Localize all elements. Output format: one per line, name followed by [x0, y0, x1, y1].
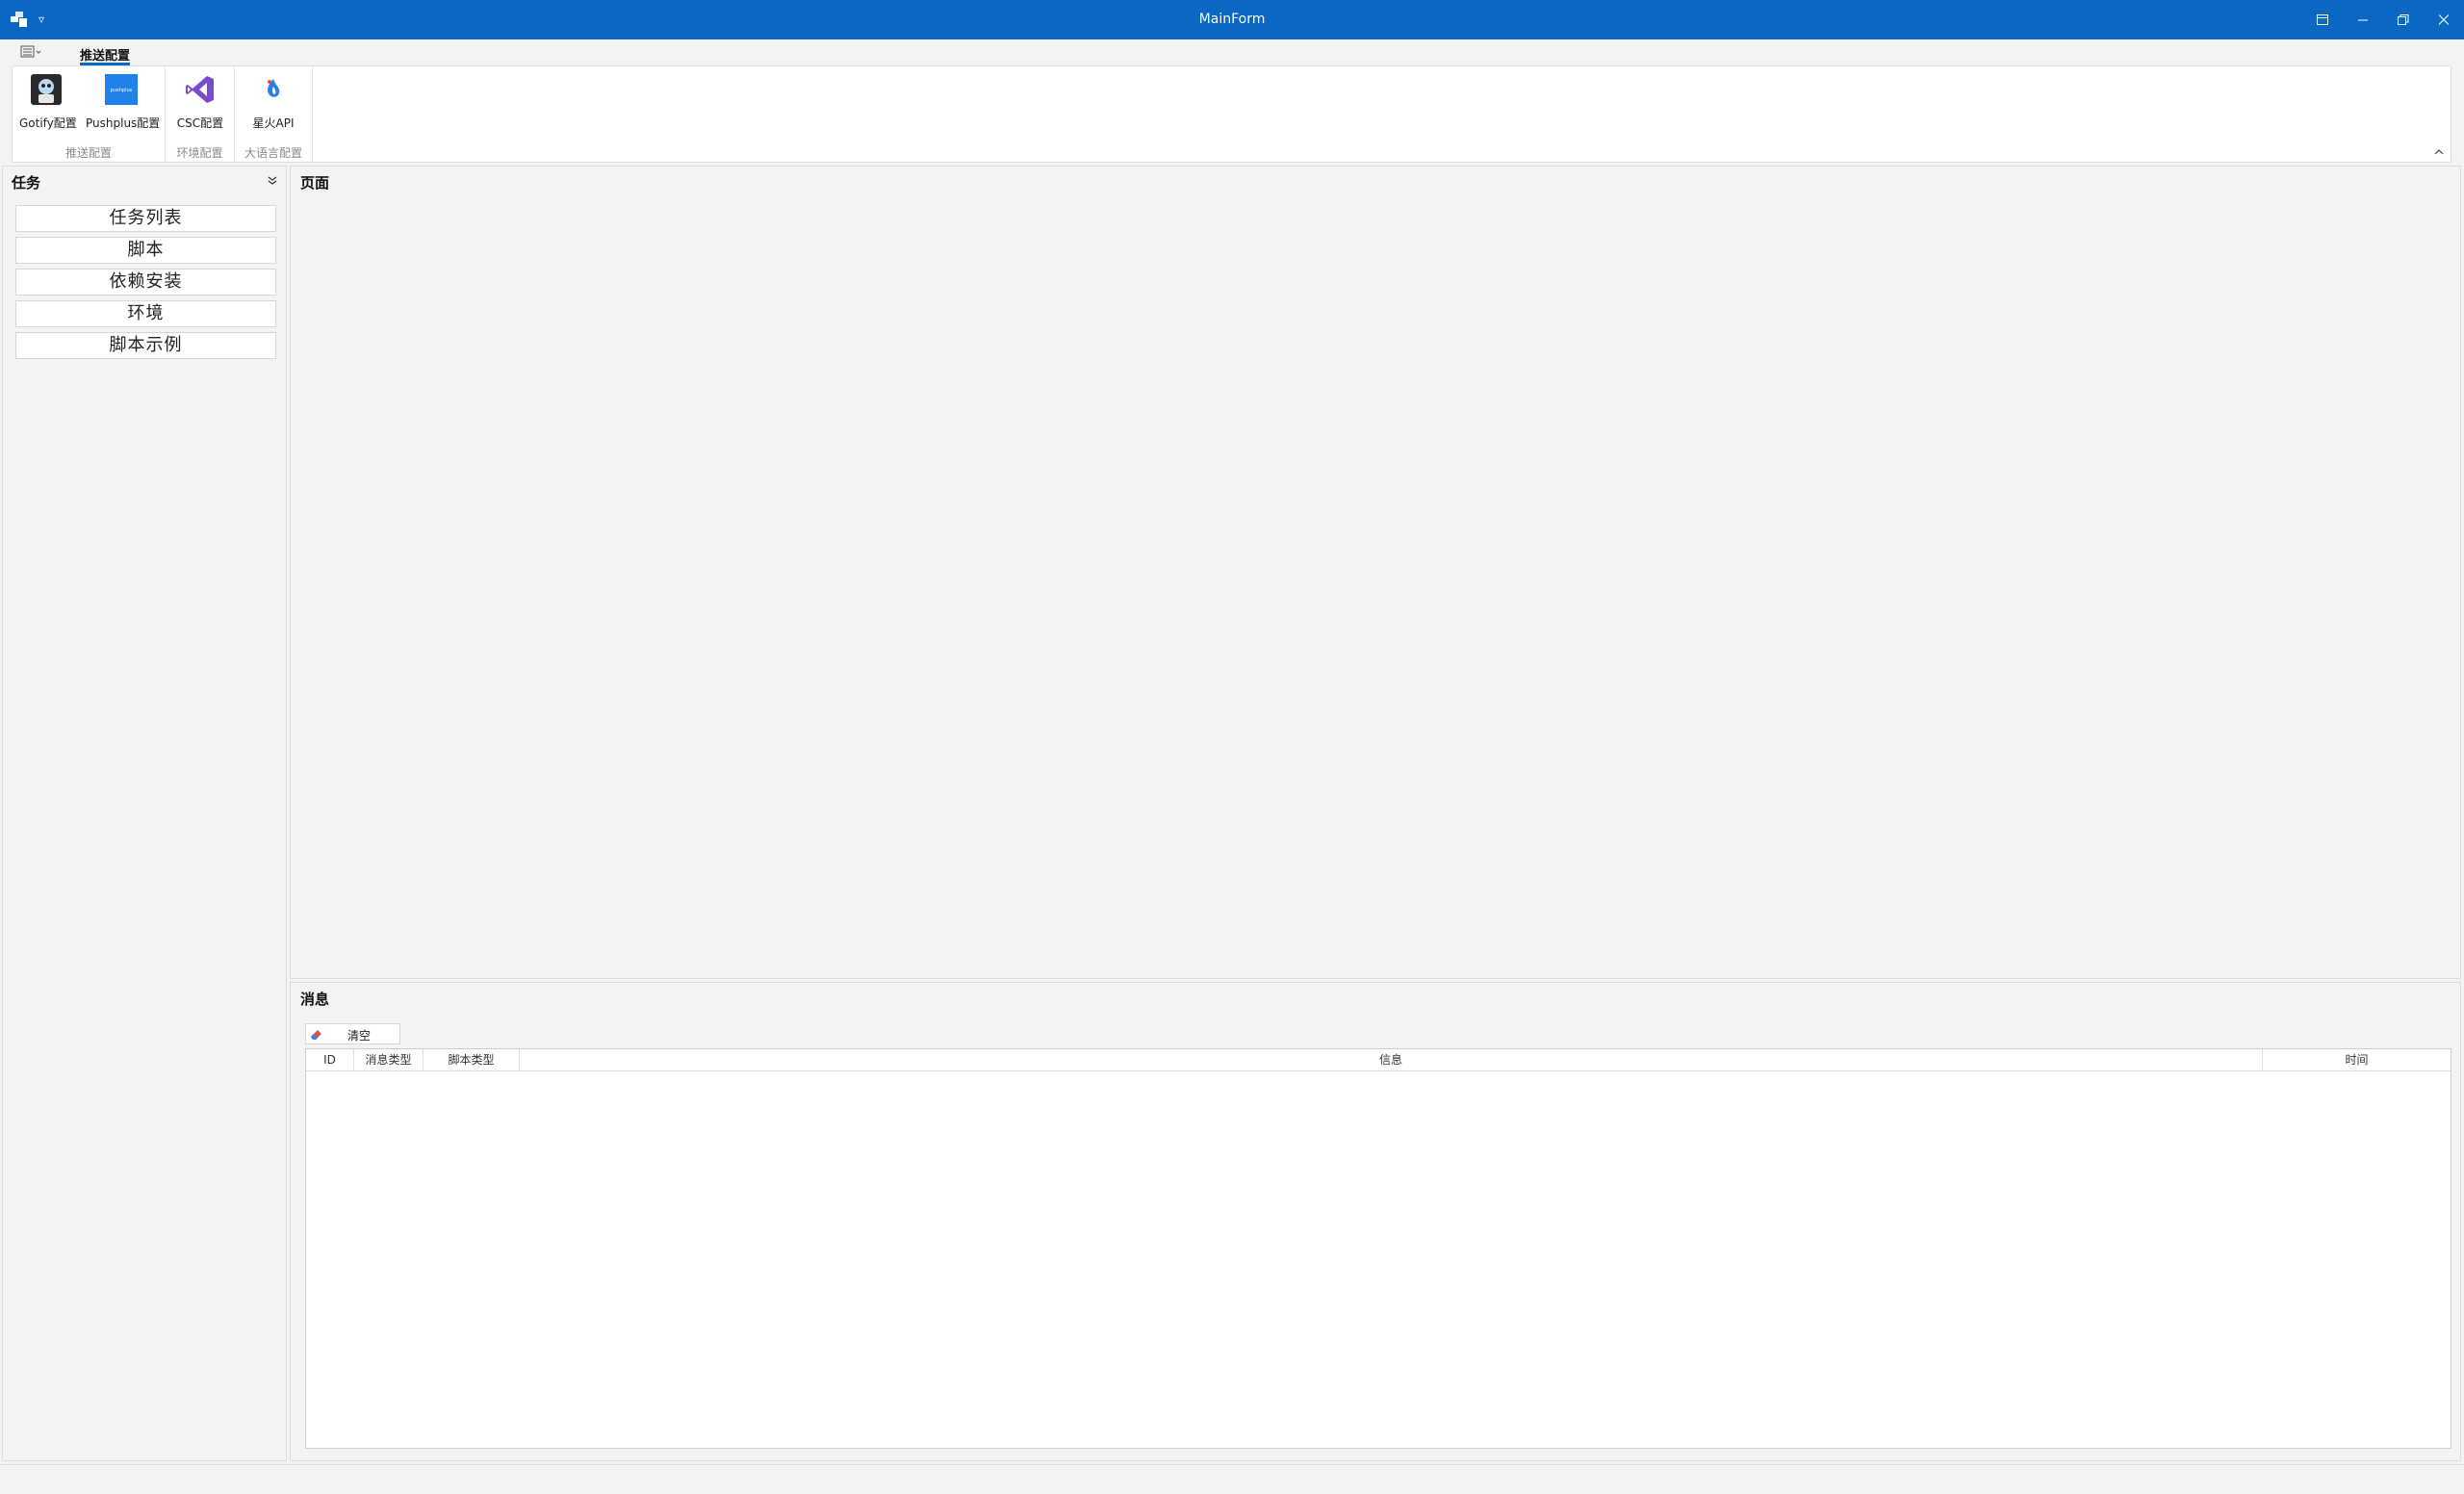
title-bar: ▿ MainForm [0, 0, 2464, 39]
restore-icon [2398, 14, 2409, 25]
ribbon-group-caption: 推送配置 [64, 146, 112, 160]
nav-script-button[interactable]: 脚本 [15, 237, 276, 264]
column-header-message-type[interactable]: 消息类型 [354, 1049, 424, 1071]
close-button[interactable] [2424, 0, 2464, 39]
pushplus-logo-text: pushplus [111, 88, 133, 93]
ribbon-display-options-button[interactable] [2302, 0, 2343, 39]
close-icon [2438, 14, 2450, 25]
message-grid[interactable]: ID 消息类型 脚本类型 信息 时间 [305, 1048, 2451, 1449]
ribbon-group-env: CSC配置 环境配置 [166, 66, 235, 162]
ribbon-tab-row: 推送配置 [0, 39, 2464, 65]
minimize-button[interactable] [2343, 0, 2383, 39]
pushplus-config-label: Pushplus配置 [86, 116, 161, 130]
collapse-ribbon-icon[interactable] [2432, 146, 2446, 158]
csc-config-label: CSC配置 [176, 116, 224, 130]
ribbon-group-caption: 大语言配置 [244, 146, 302, 160]
ribbon-options-icon [2317, 14, 2328, 25]
column-header-time[interactable]: 时间 [2263, 1049, 2451, 1071]
restore-button[interactable] [2383, 0, 2424, 39]
spark-api-button[interactable]: 星火API [244, 74, 302, 136]
nav-environment-button[interactable]: 环境 [15, 300, 276, 327]
visual-studio-icon [186, 76, 214, 103]
window-title: MainForm [1198, 12, 1266, 27]
gotify-icon [31, 74, 62, 105]
nav-dependency-install-button[interactable]: 依赖安装 [15, 269, 276, 296]
pushplus-icon: pushplus [105, 74, 138, 105]
gotify-config-label: Gotify配置 [19, 116, 77, 130]
nav-task-list-button[interactable]: 任务列表 [15, 205, 276, 232]
spark-icon [268, 79, 280, 97]
task-panel: 任务 任务列表 脚本 依赖安装 环境 脚本示例 [2, 166, 287, 1461]
task-panel-title: 任务 [12, 174, 41, 192]
minimize-icon [2358, 19, 2368, 21]
column-header-id[interactable]: ID [306, 1049, 354, 1071]
nav-script-example-button[interactable]: 脚本示例 [15, 332, 276, 359]
message-panel-title: 消息 [300, 991, 330, 1008]
column-header-info[interactable]: 信息 [520, 1049, 2263, 1071]
column-header-script-type[interactable]: 脚本类型 [424, 1049, 520, 1071]
ribbon-group-push: Gotify配置 pushplus Pushplus配置 推送配置 [13, 66, 166, 162]
gotify-config-button[interactable]: Gotify配置 [19, 74, 77, 136]
clear-messages-button[interactable]: 清空 [305, 1023, 400, 1044]
eraser-icon [311, 1030, 321, 1040]
grid-header: ID 消息类型 脚本类型 信息 时间 [306, 1049, 2451, 1071]
csc-config-button[interactable]: CSC配置 [171, 74, 229, 136]
spark-api-label: 星火API [252, 116, 295, 130]
page-panel-title: 页面 [300, 174, 330, 192]
status-bar [0, 1464, 2464, 1494]
tab-push-config[interactable]: 推送配置 [80, 45, 130, 64]
page-panel: 页面 [290, 166, 2461, 979]
pushplus-config-button[interactable]: pushplus Pushplus配置 [86, 74, 161, 136]
ribbon-group-llm: 星火API 大语言配置 [235, 66, 313, 162]
collapse-panel-icon[interactable] [267, 175, 278, 187]
app-menu-icon[interactable] [19, 43, 44, 61]
ribbon-group-caption: 环境配置 [176, 146, 223, 160]
clear-messages-label: 清空 [347, 1029, 372, 1043]
ribbon-panel: Gotify配置 pushplus Pushplus配置 推送配置 CSC配置 … [12, 65, 2451, 163]
message-panel: 消息 清空 ID 消息类型 脚本类型 信息 时间 [290, 982, 2461, 1461]
